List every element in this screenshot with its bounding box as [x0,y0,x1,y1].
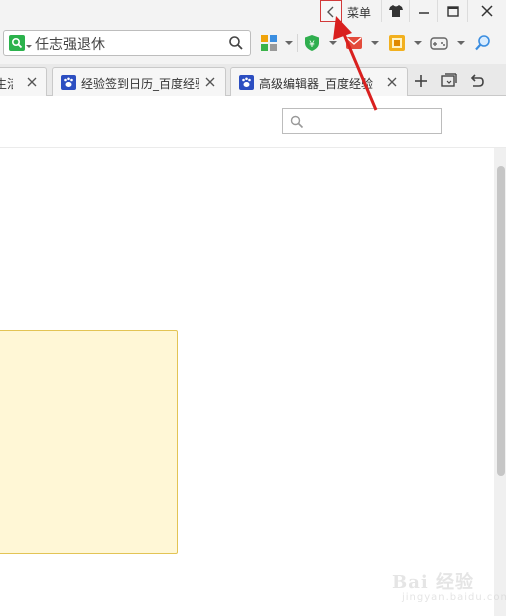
search-icon[interactable] [228,35,244,51]
close-icon[interactable] [27,77,37,87]
search-icon [290,115,304,129]
minimize-icon [418,12,429,14]
close-button[interactable] [467,0,506,22]
baidu-jingyan-watermark: Bai 经验 jingyan.baidu.com [392,568,506,612]
close-icon[interactable] [205,77,215,87]
menu-button[interactable]: 菜单 [347,4,371,21]
new-tab-plus-icon[interactable] [412,72,430,90]
shield-yuan-icon[interactable]: ¥ [303,34,321,52]
skin-button[interactable] [381,0,409,22]
tab-item[interactable]: 经验签到日历_百度经验 [52,67,226,96]
tab-title: 经验签到日历_百度经验 [81,77,199,91]
chevron-down-icon[interactable] [285,41,293,45]
close-icon[interactable] [387,77,397,87]
note-box [0,330,178,554]
scrollbar-thumb[interactable] [497,166,505,476]
search-engine-icon[interactable] [9,35,25,51]
baidu-paw-icon [239,75,254,90]
page-header [0,96,506,148]
watermark-text: Bai 经验 [392,572,474,593]
game-controller-icon[interactable] [430,34,448,52]
page-search-input[interactable] [282,108,442,134]
toolbar-divider [297,34,298,52]
tshirt-icon [388,5,403,17]
magnifier-icon[interactable] [474,34,492,52]
apps-grid-icon[interactable] [260,34,278,52]
chevron-down-icon[interactable] [371,41,379,45]
restore-icon [446,6,459,17]
title-bar: 菜单 [0,0,506,24]
chevron-down-icon[interactable] [26,45,32,48]
chevron-down-icon[interactable] [457,41,465,45]
watermark-url: jingyan.baidu.com [402,592,506,603]
tab-list-icon[interactable] [440,72,458,90]
tab-strip: 生活 经验签到日历_百度经验 [0,64,506,96]
maximize-button[interactable] [437,0,467,22]
svg-text:¥: ¥ [309,40,315,50]
collapse-toolbar-button[interactable] [320,0,342,22]
chevron-down-icon[interactable] [414,41,422,45]
page-content [0,148,494,616]
search-box[interactable]: 任志强退休 [3,30,251,56]
tab-title: 生活 [0,77,13,91]
close-icon [481,5,493,17]
mail-icon[interactable] [345,34,363,52]
address-toolbar: 任志强退休 ¥ [0,24,506,64]
baidu-paw-icon [61,75,76,90]
tab-item-active[interactable]: 高级编辑器_百度经验 [230,67,408,96]
tab-title: 高级编辑器_百度经验 [259,77,374,91]
chevron-left-icon [327,6,334,18]
search-input[interactable]: 任志强退休 [35,34,105,54]
chevron-down-icon[interactable] [329,41,337,45]
extension-icon[interactable] [388,34,406,52]
tab-item[interactable]: 生活 [0,67,47,96]
undo-close-tab-icon[interactable] [467,72,485,90]
minimize-button[interactable] [409,0,437,22]
